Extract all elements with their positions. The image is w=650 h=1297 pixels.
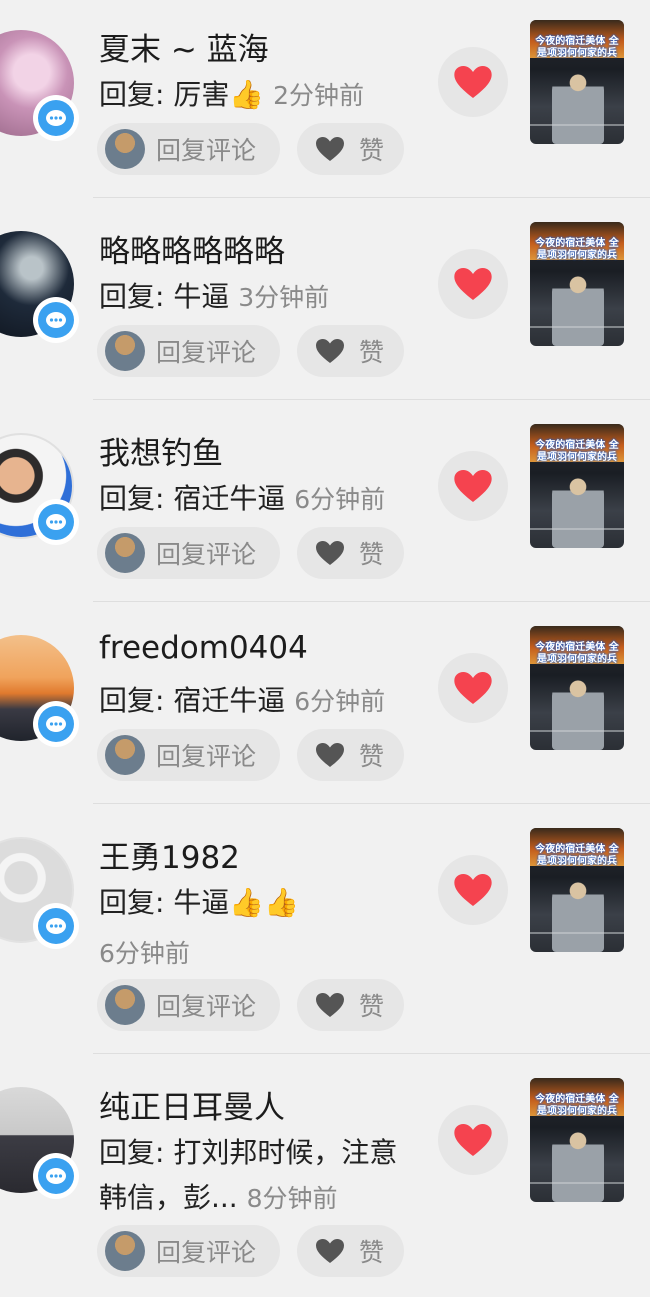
timestamp: 6分钟前 <box>99 939 190 968</box>
comment-bubble-icon <box>46 514 66 530</box>
comment-badge <box>33 1153 79 1199</box>
reply-text: 回复: 打刘邦时候，注意 <box>99 1136 398 1169</box>
heart-outline-icon <box>316 339 344 363</box>
like-button[interactable]: 赞 <box>297 979 404 1031</box>
heart-filled-icon <box>454 470 492 502</box>
my-avatar <box>105 533 145 573</box>
heart-filled-icon <box>454 1124 492 1156</box>
liked-heart-button[interactable] <box>438 653 508 723</box>
user-name[interactable]: 我想钓鱼 <box>99 428 223 473</box>
heart-filled-icon <box>454 66 492 98</box>
reply-text: 回复: 宿迁牛逼 6分钟前 <box>99 684 386 717</box>
comment-badge <box>33 903 79 949</box>
timestamp: 2分钟前 <box>273 81 365 110</box>
reply-text: 回复: 宿迁牛逼 6分钟前 <box>99 482 386 515</box>
my-avatar <box>105 1231 145 1271</box>
comment-badge <box>33 297 79 343</box>
thumbs-up-emoji: 👍👍 <box>229 886 300 919</box>
like-button[interactable]: 赞 <box>297 1225 404 1277</box>
liked-heart-button[interactable] <box>438 855 508 925</box>
heart-outline-icon <box>316 993 344 1017</box>
timestamp: 6分钟前 <box>294 485 386 514</box>
comment-bubble-icon <box>46 312 66 328</box>
reply-text: 回复: 牛逼👍👍 <box>99 886 300 919</box>
my-avatar <box>105 985 145 1025</box>
comment-badge <box>33 499 79 545</box>
comment-badge <box>33 95 79 141</box>
heart-outline-icon <box>316 1239 344 1263</box>
user-name[interactable]: 略略略略略略 <box>99 226 285 271</box>
my-avatar <box>105 129 145 169</box>
timestamp: 3分钟前 <box>238 283 330 312</box>
reply-text: 回复: 牛逼 3分钟前 <box>99 280 330 313</box>
video-thumbnail[interactable]: 今夜的宿迁美体 全是项羽何何家的兵 <box>530 20 624 144</box>
video-thumbnail[interactable]: 今夜的宿迁美体 全是项羽何何家的兵 <box>530 1078 624 1202</box>
liked-heart-button[interactable] <box>438 47 508 117</box>
heart-outline-icon <box>316 541 344 565</box>
heart-filled-icon <box>454 672 492 704</box>
heart-outline-icon <box>316 137 344 161</box>
notification-item[interactable]: 王勇1982 回复: 牛逼👍👍 6分钟前 回复评论 赞 今夜的宿迁美体 全是项羽… <box>0 804 650 1054</box>
user-name[interactable]: freedom0404 <box>99 630 308 666</box>
reply-text: 回复: 厉害👍 2分钟前 <box>99 78 365 111</box>
reply-comment-button[interactable]: 回复评论 <box>97 979 280 1031</box>
comment-bubble-icon <box>46 918 66 934</box>
like-button[interactable]: 赞 <box>297 527 404 579</box>
notification-item[interactable]: 夏末 ~ 蓝海 回复: 厉害👍 2分钟前 回复评论 赞 今夜的宿迁美体 全是项羽… <box>0 0 650 198</box>
video-thumbnail[interactable]: 今夜的宿迁美体 全是项羽何何家的兵 <box>530 626 624 750</box>
user-name[interactable]: 夏末 ~ 蓝海 <box>99 24 269 69</box>
heart-outline-icon <box>316 743 344 767</box>
liked-heart-button[interactable] <box>438 451 508 521</box>
liked-heart-button[interactable] <box>438 1105 508 1175</box>
reply-comment-button[interactable]: 回复评论 <box>97 325 280 377</box>
video-thumbnail[interactable]: 今夜的宿迁美体 全是项羽何何家的兵 <box>530 424 624 548</box>
video-thumbnail[interactable]: 今夜的宿迁美体 全是项羽何何家的兵 <box>530 222 624 346</box>
like-button[interactable]: 赞 <box>297 123 404 175</box>
comment-bubble-icon <box>46 1168 66 1184</box>
heart-filled-icon <box>454 268 492 300</box>
timestamp: 8分钟前 <box>246 1184 338 1213</box>
reply-comment-button[interactable]: 回复评论 <box>97 123 280 175</box>
notification-item[interactable]: 纯正日耳曼人 回复: 打刘邦时候，注意 韩信，彭... 8分钟前 回复评论 赞 … <box>0 1054 650 1297</box>
liked-heart-button[interactable] <box>438 249 508 319</box>
heart-filled-icon <box>454 874 492 906</box>
my-avatar <box>105 331 145 371</box>
comment-badge <box>33 701 79 747</box>
reply-comment-button[interactable]: 回复评论 <box>97 527 280 579</box>
notification-item[interactable]: 我想钓鱼 回复: 宿迁牛逼 6分钟前 回复评论 赞 今夜的宿迁美体 全是项羽何何… <box>0 400 650 602</box>
my-avatar <box>105 735 145 775</box>
timestamp: 6分钟前 <box>294 687 386 716</box>
reply-comment-button[interactable]: 回复评论 <box>97 729 280 781</box>
user-name[interactable]: 王勇1982 <box>99 832 240 877</box>
comment-bubble-icon <box>46 716 66 732</box>
notification-item[interactable]: freedom0404 回复: 宿迁牛逼 6分钟前 回复评论 赞 今夜的宿迁美体… <box>0 602 650 804</box>
notification-item[interactable]: 略略略略略略 回复: 牛逼 3分钟前 回复评论 赞 今夜的宿迁美体 全是项羽何何… <box>0 198 650 400</box>
reply-text-continued: 韩信，彭... 8分钟前 <box>99 1181 338 1214</box>
like-button[interactable]: 赞 <box>297 325 404 377</box>
comment-bubble-icon <box>46 110 66 126</box>
like-button[interactable]: 赞 <box>297 729 404 781</box>
thumbs-up-emoji: 👍 <box>229 78 265 111</box>
video-thumbnail[interactable]: 今夜的宿迁美体 全是项羽何何家的兵 <box>530 828 624 952</box>
user-name[interactable]: 纯正日耳曼人 <box>99 1082 285 1127</box>
reply-comment-button[interactable]: 回复评论 <box>97 1225 280 1277</box>
